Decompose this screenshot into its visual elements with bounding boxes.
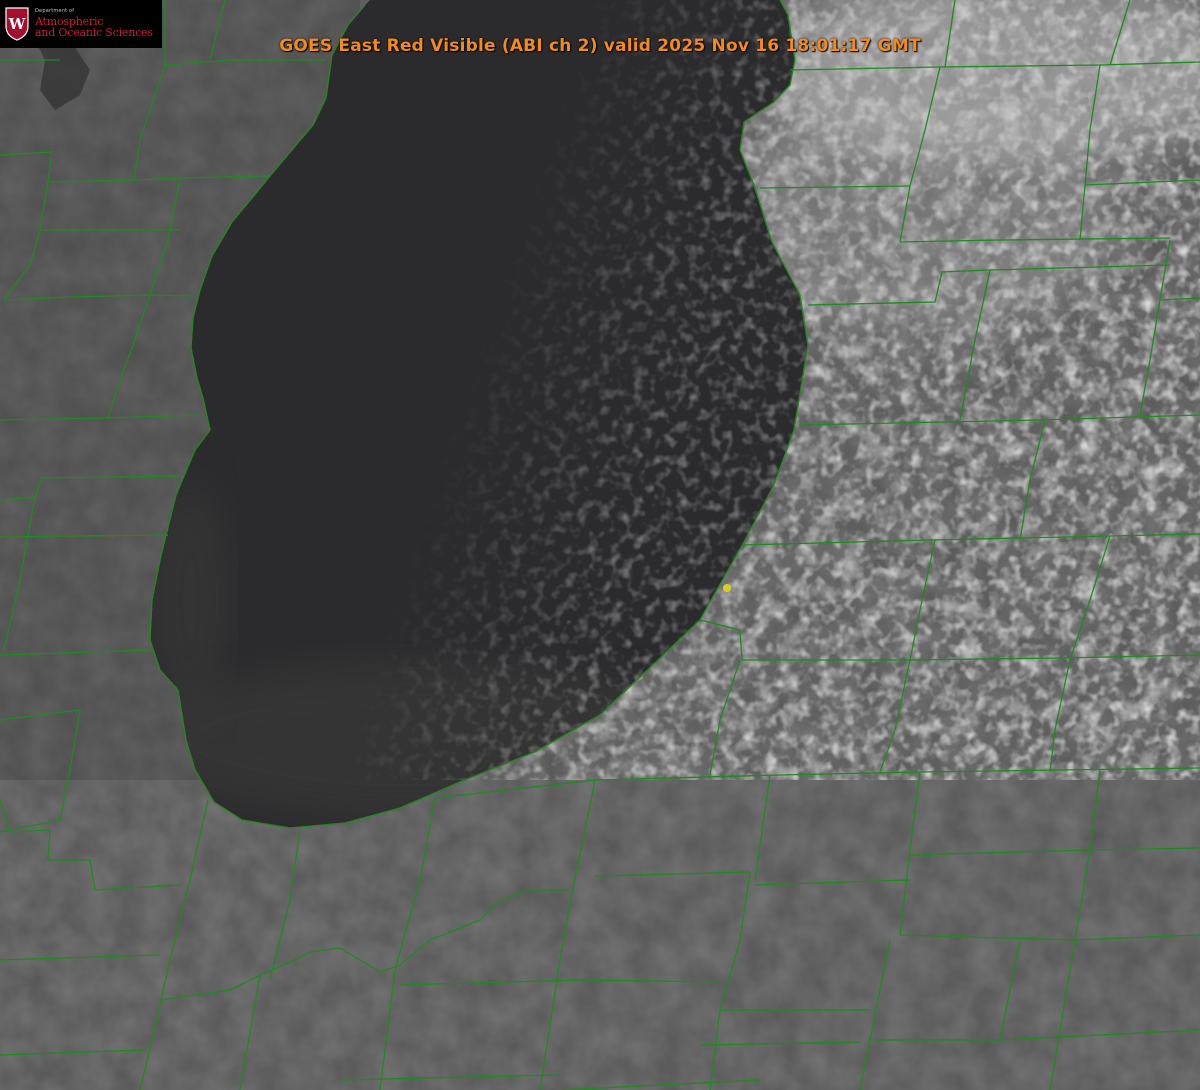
image-title: GOES East Red Visible (ABI ch 2) valid 2…: [279, 36, 921, 56]
logo-department: Department of: [35, 8, 75, 15]
satellite-map: [0, 0, 1200, 1090]
location-marker: [723, 584, 731, 592]
svg-text:W: W: [8, 15, 27, 33]
